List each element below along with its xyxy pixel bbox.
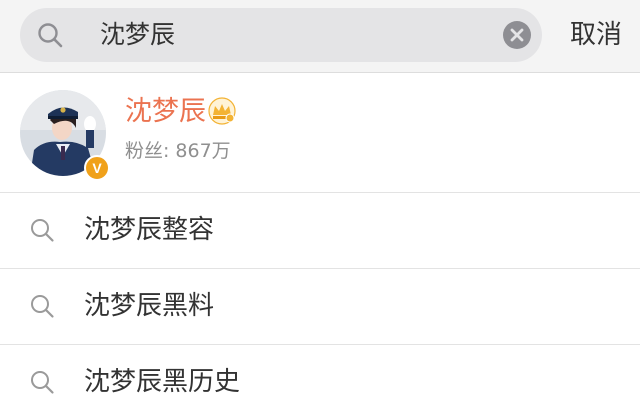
suggestion-text: 沈梦辰整容 <box>84 215 215 245</box>
search-icon <box>31 219 54 242</box>
fans-number: 867万 <box>175 140 231 162</box>
suggestion-item[interactable]: 沈梦辰整容 <box>0 193 640 269</box>
search-header: 沈梦辰 取消 <box>0 0 640 73</box>
user-name[interactable]: 沈梦辰 <box>125 93 206 131</box>
suggestion-text: 沈梦辰黑料 <box>84 291 215 321</box>
search-icon <box>31 371 54 394</box>
vip-crown-icon <box>208 97 236 125</box>
fans-count: 粉丝: 867万 <box>125 137 231 165</box>
suggestion-text: 沈梦辰黑历史 <box>84 367 241 397</box>
suggestion-item[interactable]: 沈梦辰黑料 <box>0 269 640 345</box>
clear-icon <box>510 28 524 42</box>
search-query-text: 沈梦辰 <box>100 20 176 49</box>
suggestion-item[interactable]: 沈梦辰黑历史 <box>0 345 640 413</box>
user-result-row[interactable]: V 沈梦辰 粉丝: 867万 <box>0 73 640 193</box>
clear-button[interactable] <box>503 21 531 49</box>
fans-label: 粉丝: <box>125 140 170 162</box>
search-icon <box>31 295 54 318</box>
search-input[interactable]: 沈梦辰 <box>20 8 542 62</box>
cancel-button[interactable]: 取消 <box>560 8 632 62</box>
search-icon <box>38 23 63 48</box>
verified-badge: V <box>84 155 110 181</box>
